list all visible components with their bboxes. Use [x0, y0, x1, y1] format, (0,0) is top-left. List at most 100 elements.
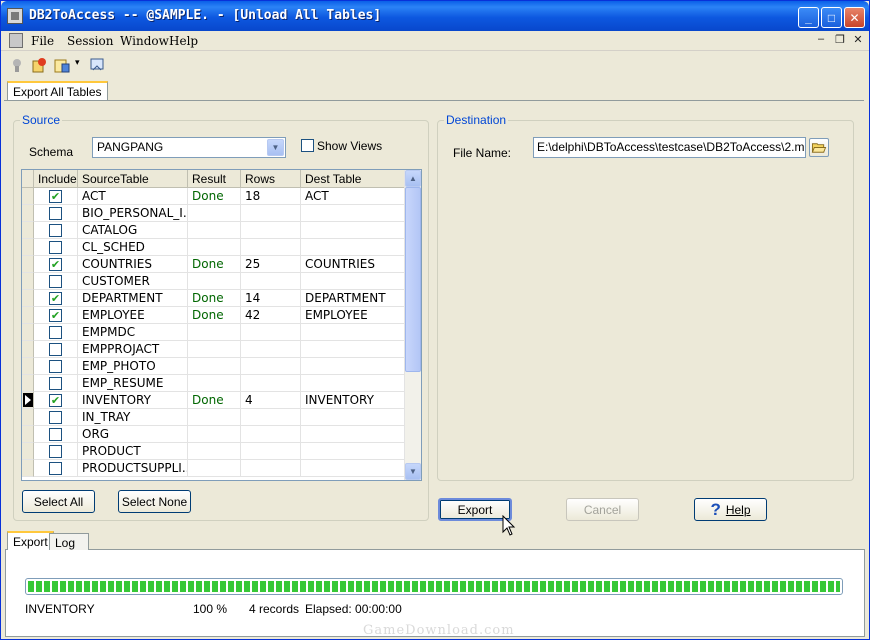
open-session-icon[interactable]	[54, 57, 70, 73]
include-checkbox[interactable]: ✔	[49, 291, 62, 305]
table-row[interactable]: PRODUCT	[22, 443, 405, 460]
source-table-cell[interactable]: CUSTOMER	[78, 273, 188, 290]
include-checkbox[interactable]	[49, 444, 62, 458]
result-cell[interactable]	[188, 273, 241, 290]
source-table-cell[interactable]: INVENTORY	[78, 392, 188, 409]
source-table-cell[interactable]: EMP_RESUME	[78, 375, 188, 392]
column-header-result[interactable]: Result	[188, 170, 241, 188]
include-checkbox[interactable]	[49, 410, 62, 424]
include-checkbox[interactable]	[49, 342, 62, 356]
scroll-thumb[interactable]	[405, 187, 421, 372]
rows-cell[interactable]	[241, 205, 301, 222]
table-row[interactable]: EMP_PHOTO	[22, 358, 405, 375]
tab-export-all-tables[interactable]: Export All Tables	[7, 81, 108, 101]
result-cell[interactable]: Done	[188, 307, 241, 324]
table-row[interactable]: BIO_PERSONAL_I...	[22, 205, 405, 222]
source-table-cell[interactable]: EMPPROJACT	[78, 341, 188, 358]
dest-table-cell[interactable]	[301, 273, 405, 290]
source-table-cell[interactable]: PRODUCT	[78, 443, 188, 460]
include-checkbox[interactable]	[49, 206, 62, 220]
table-row[interactable]: EMPMDC	[22, 324, 405, 341]
rows-cell[interactable]	[241, 409, 301, 426]
document-icon[interactable]	[9, 33, 23, 48]
disconnect-icon[interactable]	[31, 57, 47, 73]
include-checkbox[interactable]: ✔	[49, 189, 62, 203]
result-cell[interactable]	[188, 341, 241, 358]
include-checkbox[interactable]: ✔	[49, 308, 62, 322]
dest-table-cell[interactable]	[301, 341, 405, 358]
dest-table-cell[interactable]	[301, 460, 405, 477]
rows-cell[interactable]	[241, 239, 301, 256]
rows-cell[interactable]	[241, 324, 301, 341]
tables-grid[interactable]: Include SourceTable Result Rows Dest Tab…	[21, 169, 422, 481]
rows-cell[interactable]	[241, 341, 301, 358]
source-table-cell[interactable]: CL_SCHED	[78, 239, 188, 256]
connect-icon[interactable]	[9, 57, 25, 73]
mdi-restore-button[interactable]: ❐	[832, 33, 848, 48]
result-cell[interactable]: Done	[188, 188, 241, 205]
include-checkbox[interactable]: ✔	[49, 393, 62, 407]
rows-cell[interactable]: 25	[241, 256, 301, 273]
include-checkbox[interactable]	[49, 359, 62, 373]
table-row[interactable]: ORG	[22, 426, 405, 443]
dest-table-cell[interactable]: DEPARTMENT	[301, 290, 405, 307]
table-row[interactable]: ✔ EMPLOYEE Done 42 EMPLOYEE	[22, 307, 405, 324]
result-cell[interactable]	[188, 426, 241, 443]
dest-table-cell[interactable]	[301, 205, 405, 222]
mdi-minimize-button[interactable]: –	[813, 33, 829, 48]
rows-cell[interactable]	[241, 375, 301, 392]
rows-cell[interactable]	[241, 443, 301, 460]
tab-export[interactable]: Export	[7, 531, 54, 550]
table-row[interactable]: ✔ ACT Done 18 ACT	[22, 188, 405, 205]
source-table-cell[interactable]: EMP_PHOTO	[78, 358, 188, 375]
dest-table-cell[interactable]: ACT	[301, 188, 405, 205]
export-icon[interactable]	[89, 57, 105, 73]
include-checkbox[interactable]	[49, 427, 62, 441]
minimize-button[interactable]: _	[798, 7, 819, 28]
app-icon[interactable]	[7, 8, 23, 24]
rows-cell[interactable]	[241, 358, 301, 375]
cancel-button[interactable]: Cancel	[566, 498, 639, 521]
result-cell[interactable]	[188, 443, 241, 460]
rows-cell[interactable]: 18	[241, 188, 301, 205]
grid-scrollbar[interactable]: ▲ ▼	[404, 170, 421, 480]
select-all-button[interactable]: Select All	[22, 490, 95, 513]
result-cell[interactable]: Done	[188, 392, 241, 409]
column-header-rows[interactable]: Rows	[241, 170, 301, 188]
result-cell[interactable]: Done	[188, 290, 241, 307]
schema-combobox[interactable]: PANGPANG ▼	[92, 137, 286, 158]
browse-button[interactable]	[809, 138, 829, 157]
source-table-cell[interactable]: EMPMDC	[78, 324, 188, 341]
table-row[interactable]: ✔ INVENTORY Done 4 INVENTORY	[22, 392, 405, 409]
rows-cell[interactable]	[241, 222, 301, 239]
export-button[interactable]: Export	[438, 498, 512, 521]
menu-help[interactable]: Help	[169, 34, 198, 48]
include-checkbox[interactable]	[49, 240, 62, 254]
column-header-include[interactable]: Include	[34, 170, 78, 188]
source-table-cell[interactable]: PRODUCTSUPPLI...	[78, 460, 188, 477]
result-cell[interactable]	[188, 375, 241, 392]
result-cell[interactable]	[188, 205, 241, 222]
dest-table-cell[interactable]	[301, 358, 405, 375]
table-row[interactable]: EMPPROJACT	[22, 341, 405, 358]
show-views-checkbox[interactable]	[301, 139, 314, 152]
scroll-down-icon[interactable]: ▼	[405, 463, 421, 480]
source-table-cell[interactable]: BIO_PERSONAL_I...	[78, 205, 188, 222]
menu-window[interactable]: Window	[120, 34, 169, 48]
result-cell[interactable]	[188, 358, 241, 375]
rows-cell[interactable]: 14	[241, 290, 301, 307]
rows-cell[interactable]	[241, 460, 301, 477]
rows-cell[interactable]	[241, 426, 301, 443]
result-cell[interactable]	[188, 409, 241, 426]
table-row[interactable]: ✔ COUNTRIES Done 25 COUNTRIES	[22, 256, 405, 273]
include-checkbox[interactable]: ✔	[49, 257, 62, 271]
menu-file[interactable]: File	[31, 34, 54, 48]
select-none-button[interactable]: Select None	[118, 490, 191, 513]
table-row[interactable]: CUSTOMER	[22, 273, 405, 290]
source-table-cell[interactable]: CATALOG	[78, 222, 188, 239]
tab-log[interactable]: Log	[49, 533, 89, 550]
title-bar[interactable]: DB2ToAccess -- @SAMPLE. - [Unload All Ta…	[1, 1, 869, 31]
table-row[interactable]: IN_TRAY	[22, 409, 405, 426]
scroll-up-icon[interactable]: ▲	[405, 170, 421, 187]
result-cell[interactable]	[188, 324, 241, 341]
